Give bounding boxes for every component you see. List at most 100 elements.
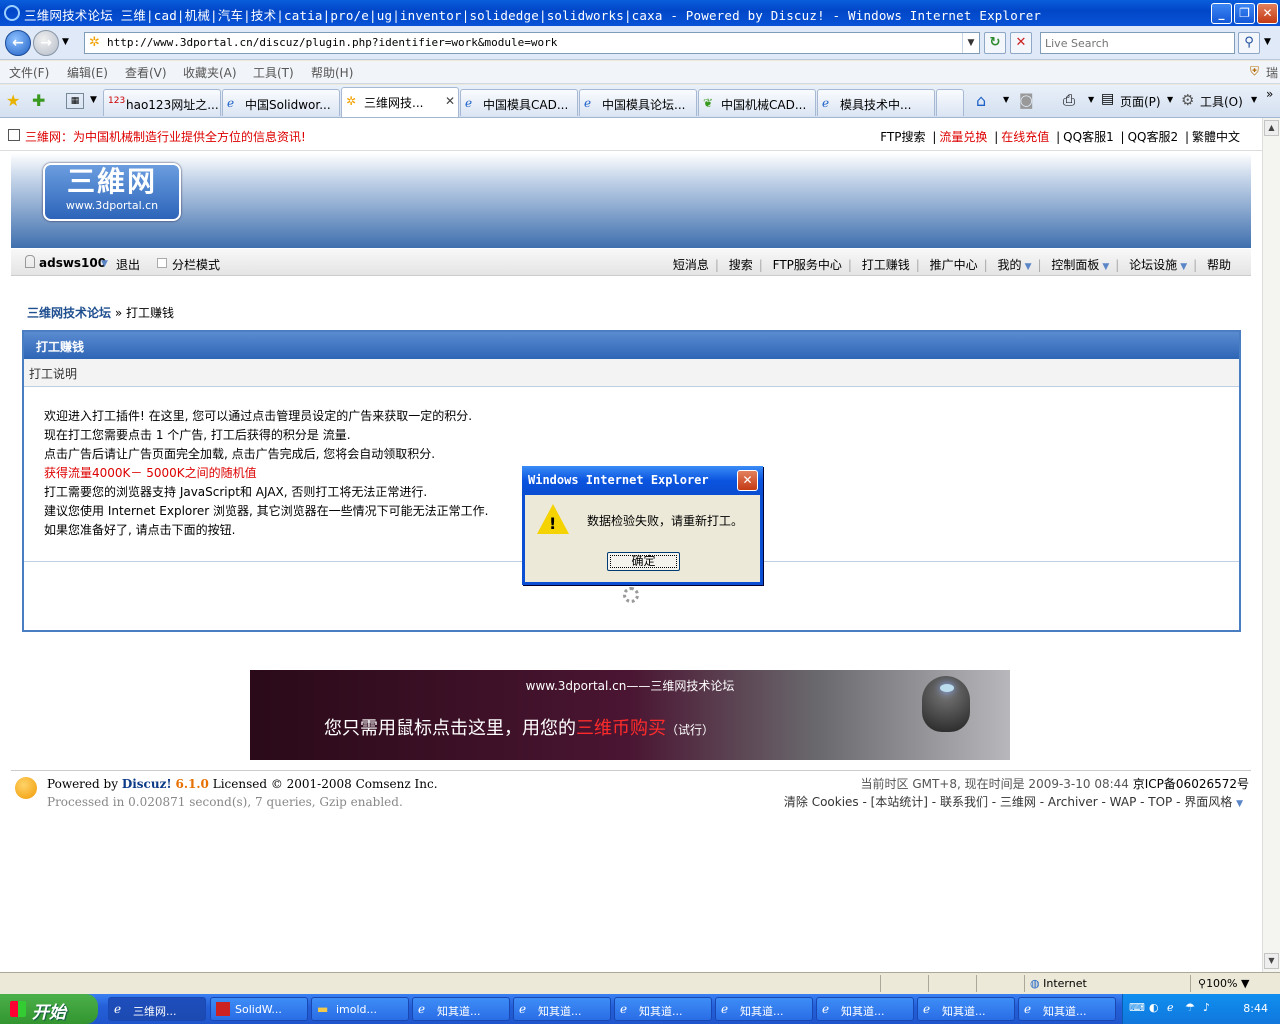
link-online-recharge[interactable]: 在线充值 — [1001, 130, 1049, 144]
scroll-down-icon[interactable]: ▼ — [1264, 953, 1279, 969]
tab-mould-tech[interactable]: ℯ 模具技术中... — [817, 89, 935, 116]
tab-hao123[interactable]: 123 hao123网址之... — [103, 89, 221, 116]
icp-link[interactable]: 京ICP备06026572号 — [1133, 777, 1249, 791]
tab-solidworks[interactable]: ℯ 中国Solidwor... — [222, 89, 340, 116]
task-ie-zhiqidao[interactable]: ℯ 知其道... — [513, 997, 611, 1021]
page-menu[interactable]: 页面(P) — [1120, 93, 1161, 110]
link-traffic-exchange[interactable]: 流量兑换 — [939, 130, 987, 144]
new-tab-button[interactable] — [936, 89, 964, 116]
breadcrumb-home[interactable]: 三维网技术论坛 — [27, 306, 111, 320]
ad-banner[interactable]: www.3dportal.cn——三维网技术论坛 您只需用鼠标点击这里，用您的三… — [250, 670, 1010, 760]
forward-button[interactable]: → — [33, 30, 59, 56]
task-solidworks[interactable]: SolidW... — [210, 997, 308, 1021]
search-options-icon[interactable]: ▼ — [1264, 37, 1271, 47]
menu-edit[interactable]: 编辑(E) — [67, 64, 108, 81]
dialog-close-button[interactable]: ✕ — [737, 470, 758, 491]
menu-favorites[interactable]: 收藏夹(A) — [183, 64, 237, 81]
discuz-link[interactable]: Discuz! — [122, 777, 172, 791]
volume-icon[interactable]: ♪ — [1203, 1001, 1210, 1014]
split-mode-checkbox[interactable] — [157, 258, 167, 268]
search-field[interactable] — [1040, 32, 1235, 54]
keyboard-icon[interactable]: ⌨ — [1129, 1001, 1145, 1014]
ie-tray-icon[interactable]: ℯ — [1167, 1001, 1174, 1014]
search-input[interactable] — [1045, 34, 1230, 52]
scroll-up-icon[interactable]: ▲ — [1264, 120, 1279, 136]
username-link[interactable]: adsws100 — [39, 256, 106, 270]
stop-button[interactable]: ✕ — [1010, 32, 1032, 54]
update-icon[interactable]: ☂ — [1185, 1001, 1195, 1014]
chevron-down-icon[interactable]: ▼ — [1102, 262, 1109, 272]
minimize-button[interactable]: _ — [1211, 3, 1232, 24]
link-traditional-chinese[interactable]: 繁體中文 — [1192, 130, 1240, 144]
nav-messages[interactable]: 短消息 — [673, 258, 709, 272]
back-button[interactable]: ← — [5, 30, 31, 56]
nav-forum-tools[interactable]: 论坛设施 — [1129, 258, 1177, 272]
chevron-down-icon[interactable]: ▼ — [1025, 262, 1032, 272]
chevron-down-icon[interactable]: ▼ — [1180, 262, 1187, 272]
home-dropdown-icon[interactable]: ▼ — [1003, 95, 1009, 104]
logout-link[interactable]: 退出 — [116, 256, 140, 273]
user-dropdown-icon[interactable]: ▼ — [101, 259, 108, 269]
print-dropdown-icon[interactable]: ▼ — [1088, 95, 1094, 104]
security-zone[interactable]: ◍ Internet — [1030, 977, 1087, 990]
tab-3dportal-active[interactable]: ✲ 三维网技... ✕ — [341, 87, 459, 117]
tab-list-dropdown-icon[interactable]: ▼ — [90, 95, 97, 105]
network-icon[interactable]: ◐ — [1149, 1001, 1159, 1014]
user-icon — [25, 255, 35, 268]
nav-ftp-center[interactable]: FTP服务中心 — [773, 258, 842, 272]
menu-file[interactable]: 文件(F) — [9, 64, 49, 81]
feeds-icon[interactable]: ◙ — [1019, 91, 1034, 109]
site-logo[interactable]: 三維网 www.3dportal.cn — [43, 163, 181, 221]
task-ie-zhiqidao[interactable]: ℯ 知其道... — [715, 997, 813, 1021]
tools-menu[interactable]: 工具(O) — [1200, 93, 1243, 110]
start-button[interactable]: 开始 — [0, 994, 98, 1024]
chevron-down-icon[interactable]: ▼ — [1236, 799, 1243, 809]
home-icon[interactable]: ⌂ — [976, 91, 986, 110]
task-ie-zhiqidao[interactable]: ℯ 知其道... — [816, 997, 914, 1021]
tools-dropdown-icon[interactable]: ▼ — [1251, 95, 1257, 104]
task-ie-zhiqidao[interactable]: ℯ 知其道... — [412, 997, 510, 1021]
link-qq-service-2[interactable]: QQ客服2 — [1128, 130, 1179, 144]
add-favorite-icon[interactable]: ✚ — [32, 91, 45, 110]
ok-button[interactable]: 确定 — [607, 552, 680, 571]
address-field[interactable]: ✲ http://www.3dportal.cn/discuz/plugin.p… — [84, 32, 980, 54]
print-icon[interactable]: ⎙ — [1063, 91, 1075, 109]
menu-view[interactable]: 查看(V) — [125, 64, 167, 81]
nav-my[interactable]: 我的 — [998, 258, 1022, 272]
maximize-button[interactable]: ❐ — [1234, 3, 1255, 24]
close-window-button[interactable]: ✕ — [1257, 3, 1278, 24]
address-dropdown-icon[interactable]: ▼ — [962, 33, 979, 53]
link-ftp-search[interactable]: FTP搜索 — [880, 130, 925, 144]
tab-mech-cad[interactable]: ❦ 中国机械CAD... — [698, 89, 816, 116]
favorites-star-icon[interactable]: ★ — [6, 91, 20, 110]
ie-logo-icon — [4, 5, 20, 21]
menu-tools[interactable]: 工具(T) — [253, 64, 294, 81]
tab-mould-cad[interactable]: ℯ 中国模具CAD... — [460, 89, 578, 116]
quick-tabs-icon[interactable]: ▦ — [66, 93, 84, 109]
home-icon[interactable] — [8, 129, 20, 141]
nav-promotion[interactable]: 推广中心 — [930, 258, 978, 272]
zoom-level[interactable]: ⚲100% ▼ — [1198, 977, 1249, 990]
history-dropdown-icon[interactable]: ▼ — [62, 37, 69, 47]
task-ie-zhiqidao[interactable]: ℯ 知其道... — [917, 997, 1015, 1021]
task-ie-zhiqidao[interactable]: ℯ 知其道... — [614, 997, 712, 1021]
menu-help[interactable]: 帮助(H) — [311, 64, 353, 81]
search-go-icon[interactable]: ⚲ — [1238, 32, 1260, 54]
page-dropdown-icon[interactable]: ▼ — [1167, 95, 1173, 104]
clock[interactable]: 8:44 — [1243, 1002, 1268, 1015]
more-chevron-icon[interactable]: » — [1266, 87, 1273, 101]
vertical-scrollbar[interactable]: ▲ ▼ — [1262, 118, 1280, 972]
footer-links-text[interactable]: 清除 Cookies - [本站统计] - 联系我们 - 三维网 - Archi… — [784, 795, 1232, 809]
link-qq-service-1[interactable]: QQ客服1 — [1063, 130, 1114, 144]
task-ie-3dportal[interactable]: ℯ 三维网... — [108, 997, 206, 1021]
close-tab-icon[interactable]: ✕ — [445, 94, 455, 108]
task-folder-imold[interactable]: ▬ imold... — [311, 997, 409, 1021]
nav-work-earn[interactable]: 打工赚钱 — [862, 258, 910, 272]
refresh-button[interactable]: ↻ — [984, 32, 1006, 54]
addon-icon[interactable]: ⛨ — [1250, 64, 1259, 79]
nav-search[interactable]: 搜索 — [729, 258, 753, 272]
tab-mould-forum[interactable]: ℯ 中国模具论坛... — [579, 89, 697, 116]
nav-control-panel[interactable]: 控制面板 — [1051, 258, 1099, 272]
nav-help[interactable]: 帮助 — [1207, 258, 1231, 272]
task-ie-zhiqidao[interactable]: ℯ 知其道... — [1018, 997, 1116, 1021]
